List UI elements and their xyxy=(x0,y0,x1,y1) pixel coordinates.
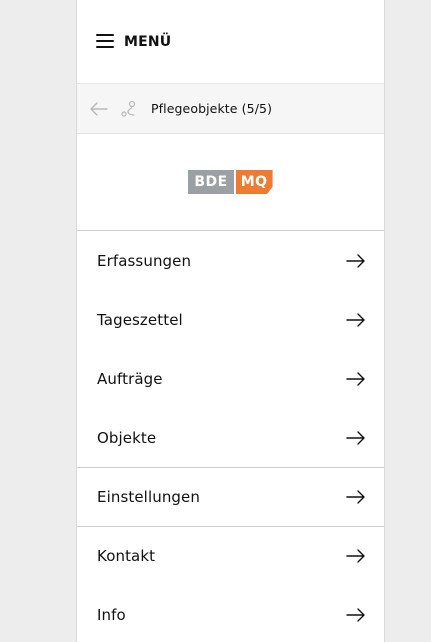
arrow-right-icon xyxy=(346,312,366,328)
page: MENÜ Pflegeobjekte (5/5) BDE MQ Erfassun… xyxy=(0,0,431,642)
menu-toggle[interactable]: MENÜ xyxy=(77,0,384,84)
sub-navigation-bar: Pflegeobjekte (5/5) xyxy=(77,84,384,134)
hamburger-icon xyxy=(96,34,114,48)
nav-item-einstellungen[interactable]: Einstellungen xyxy=(77,467,384,526)
nav-item-objekte[interactable]: Objekte xyxy=(77,408,384,467)
nav-item-label: Info xyxy=(97,605,126,624)
nav-item-label: Objekte xyxy=(97,428,157,447)
arrow-left-icon[interactable] xyxy=(90,100,108,118)
arrow-right-icon xyxy=(346,430,366,446)
arrow-right-icon xyxy=(346,607,366,623)
arrow-right-icon xyxy=(346,489,366,505)
arrow-right-icon xyxy=(346,548,366,564)
nav-item-auftraege[interactable]: Aufträge xyxy=(77,349,384,408)
nav-item-tageszettel[interactable]: Tageszettel xyxy=(77,290,384,349)
bde-mq-logo: BDE MQ xyxy=(188,170,273,194)
nav-item-label: Aufträge xyxy=(97,369,163,388)
menu-label: MENÜ xyxy=(124,34,172,50)
nav-item-label: Tageszettel xyxy=(97,310,183,329)
logo-mq: MQ xyxy=(235,170,273,194)
logo-bde: BDE xyxy=(188,170,234,194)
nav-item-label: Einstellungen xyxy=(97,488,200,506)
nav-item-label: Erfassungen xyxy=(97,251,192,270)
nav-item-erfassungen[interactable]: Erfassungen xyxy=(77,231,384,290)
navigation-panel: MENÜ Pflegeobjekte (5/5) BDE MQ Erfassun… xyxy=(76,0,385,642)
route-icon xyxy=(119,99,139,119)
logo-area: BDE MQ xyxy=(77,134,384,231)
arrow-right-icon xyxy=(346,371,366,387)
nav-item-label: Kontakt xyxy=(97,547,156,565)
nav-item-info[interactable]: Info xyxy=(77,585,384,642)
nav-list: Erfassungen Tageszettel Aufträge Objekte xyxy=(77,231,384,642)
sub-title: Pflegeobjekte (5/5) xyxy=(151,101,273,116)
nav-item-kontakt[interactable]: Kontakt xyxy=(77,526,384,585)
arrow-right-icon xyxy=(346,253,366,269)
